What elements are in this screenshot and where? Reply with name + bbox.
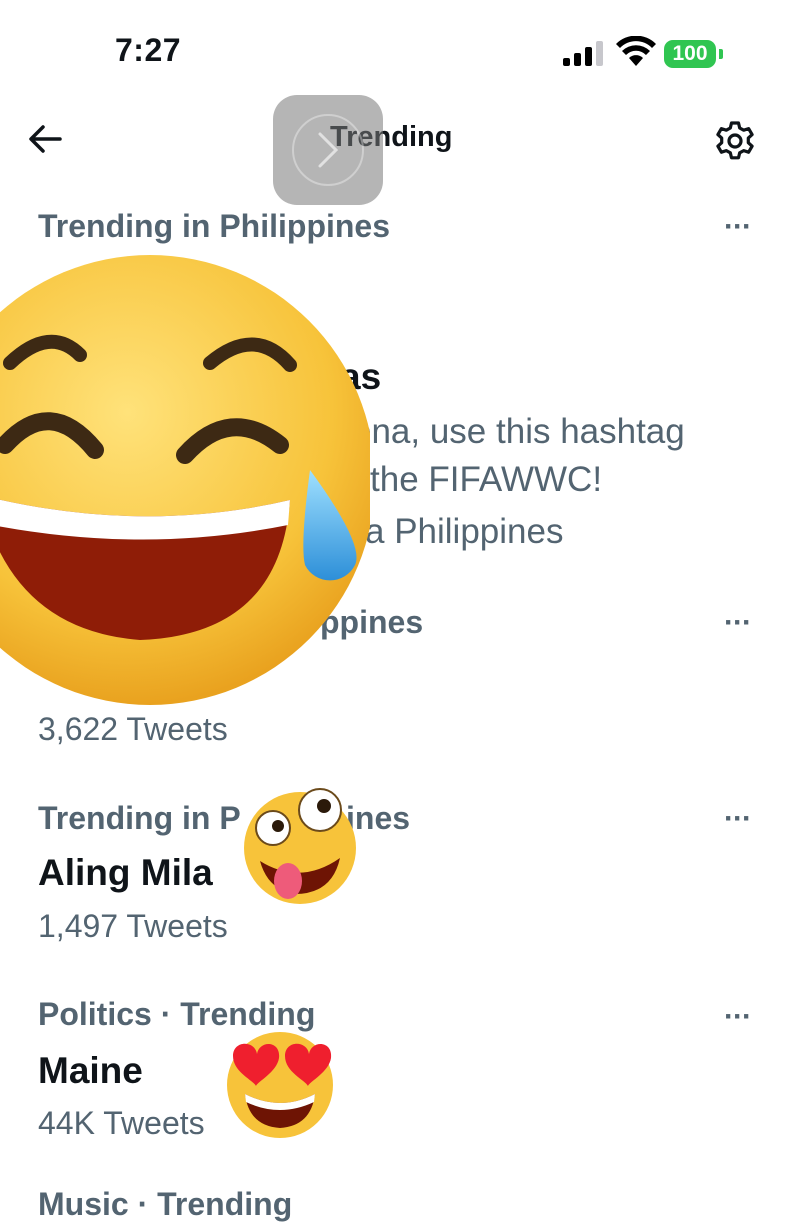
battery-indicator: 100 xyxy=(664,40,716,68)
arrow-left-icon[interactable] xyxy=(26,120,64,158)
cellular-signal-icon xyxy=(563,40,603,66)
promoted-by: a Philippines xyxy=(365,512,564,551)
more-options-icon[interactable]: ··· xyxy=(724,212,752,242)
trend-description: ona, use this hashtag xyxy=(352,412,685,451)
laughing-tears-emoji xyxy=(0,255,370,705)
trend-name[interactable]: Aling Mila xyxy=(38,852,213,894)
trend-meta: Music · Trending xyxy=(38,1186,293,1222)
gear-icon[interactable] xyxy=(714,120,756,162)
tweet-count: 3,622 Tweets xyxy=(38,711,228,747)
assistive-touch-button[interactable] xyxy=(273,95,383,205)
trend-name[interactable]: Maine xyxy=(38,1050,143,1092)
heart-eyes-emoji xyxy=(227,1032,333,1138)
more-options-icon[interactable]: ··· xyxy=(724,608,752,638)
tweet-count: 44K Tweets xyxy=(38,1105,205,1141)
battery-nub xyxy=(719,49,723,59)
zany-face-emoji xyxy=(244,788,356,904)
trend-description: the FIFAWWC! xyxy=(370,460,603,499)
trend-meta: Trending in P xyxy=(38,800,241,836)
more-options-icon[interactable]: ··· xyxy=(724,1002,752,1032)
trend-meta: Trending in Philippines xyxy=(38,208,391,244)
more-options-icon[interactable]: ··· xyxy=(724,804,752,834)
status-time: 7:27 xyxy=(115,32,182,68)
wifi-icon xyxy=(616,36,656,66)
tweet-count: 1,497 Tweets xyxy=(38,908,228,944)
